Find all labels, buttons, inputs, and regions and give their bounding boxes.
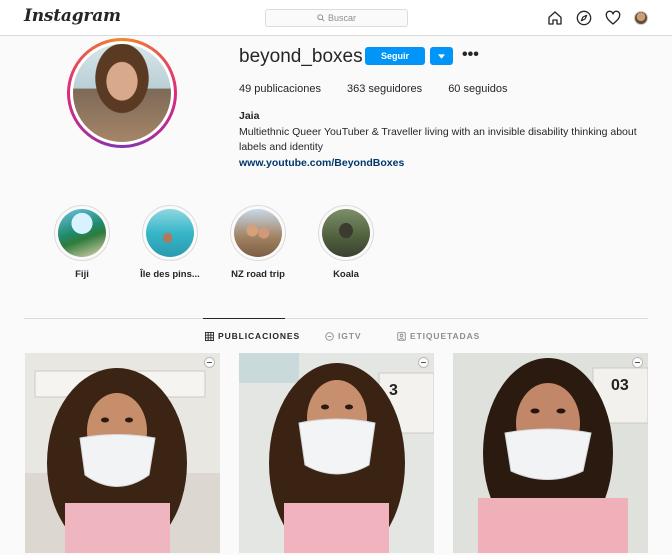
top-navigation-bar: Instagram Buscar	[0, 0, 672, 36]
highlight-label: Koala	[333, 269, 359, 280]
highlight-cover-image	[322, 209, 370, 257]
grid-icon	[205, 331, 214, 341]
profile-bio: Multiethnic Queer YouTuber & Traveller l…	[239, 126, 637, 153]
more-options-icon[interactable]: •••	[462, 47, 479, 63]
tab-label: PUBLICACIONES	[218, 331, 301, 341]
highlight-label: Fiji	[75, 269, 89, 280]
story-highlight-koala[interactable]: Koala	[306, 205, 386, 280]
posts-count: 49 publicaciones	[239, 83, 321, 95]
post-thumbnail[interactable]: 03	[453, 353, 648, 553]
story-highlight-nz-road-trip[interactable]: NZ road trip	[218, 205, 298, 280]
followers-count[interactable]: 363 seguidores	[347, 83, 422, 95]
chevron-down-icon	[438, 53, 445, 59]
carousel-badge-icon	[632, 357, 643, 368]
post-image: 3	[239, 353, 434, 553]
follow-button[interactable]: Seguir	[365, 47, 425, 65]
following-count[interactable]: 60 seguidos	[448, 83, 507, 95]
profile-picture[interactable]	[67, 38, 177, 148]
highlight-label: Île des pins...	[140, 269, 200, 280]
story-highlight-fiji[interactable]: Fiji	[42, 205, 122, 280]
post-image	[25, 353, 220, 553]
profile-website-link[interactable]: www.youtube.com/BeyondBoxes	[239, 157, 404, 169]
home-icon[interactable]	[547, 10, 563, 26]
user-avatar-icon[interactable]	[634, 11, 648, 25]
igtv-icon	[325, 331, 334, 341]
post-room-number: 03	[611, 377, 629, 394]
tagged-icon	[397, 331, 406, 341]
story-highlight-ile-des-pins[interactable]: Île des pins...	[130, 205, 210, 280]
tab-publicaciones[interactable]: PUBLICACIONES	[205, 331, 300, 341]
search-box[interactable]: Buscar	[265, 9, 408, 27]
carousel-badge-icon	[418, 357, 429, 368]
nav-icon-group	[547, 10, 648, 26]
profile-full-name: Jaia	[239, 110, 260, 122]
highlight-cover-image	[58, 209, 106, 257]
tab-label: IGTV	[338, 331, 362, 341]
active-tab-indicator	[203, 318, 285, 319]
search-icon	[317, 14, 325, 22]
tab-etiquetadas[interactable]: ETIQUETADAS	[397, 331, 480, 341]
profile-username: beyond_boxes	[239, 46, 363, 67]
highlight-label: NZ road trip	[231, 269, 285, 280]
highlight-cover-image	[146, 209, 194, 257]
profile-photo-image	[73, 44, 171, 142]
heart-icon[interactable]	[605, 10, 621, 26]
post-thumbnail[interactable]: 3	[239, 353, 434, 553]
profile-stats: 49 publicaciones 363 seguidores 60 segui…	[239, 83, 508, 95]
tab-label: ETIQUETADAS	[410, 331, 481, 341]
carousel-badge-icon	[204, 357, 215, 368]
post-room-number: 3	[389, 382, 398, 399]
highlight-cover-image	[234, 209, 282, 257]
post-image: 03	[453, 353, 648, 553]
explore-icon[interactable]	[576, 10, 592, 26]
instagram-logo[interactable]: Instagram	[24, 6, 121, 26]
tabs-divider	[24, 318, 648, 319]
tab-igtv[interactable]: IGTV	[325, 331, 361, 341]
post-thumbnail[interactable]	[25, 353, 220, 553]
suggested-dropdown-button[interactable]	[430, 47, 453, 65]
search-placeholder: Buscar	[327, 13, 356, 23]
